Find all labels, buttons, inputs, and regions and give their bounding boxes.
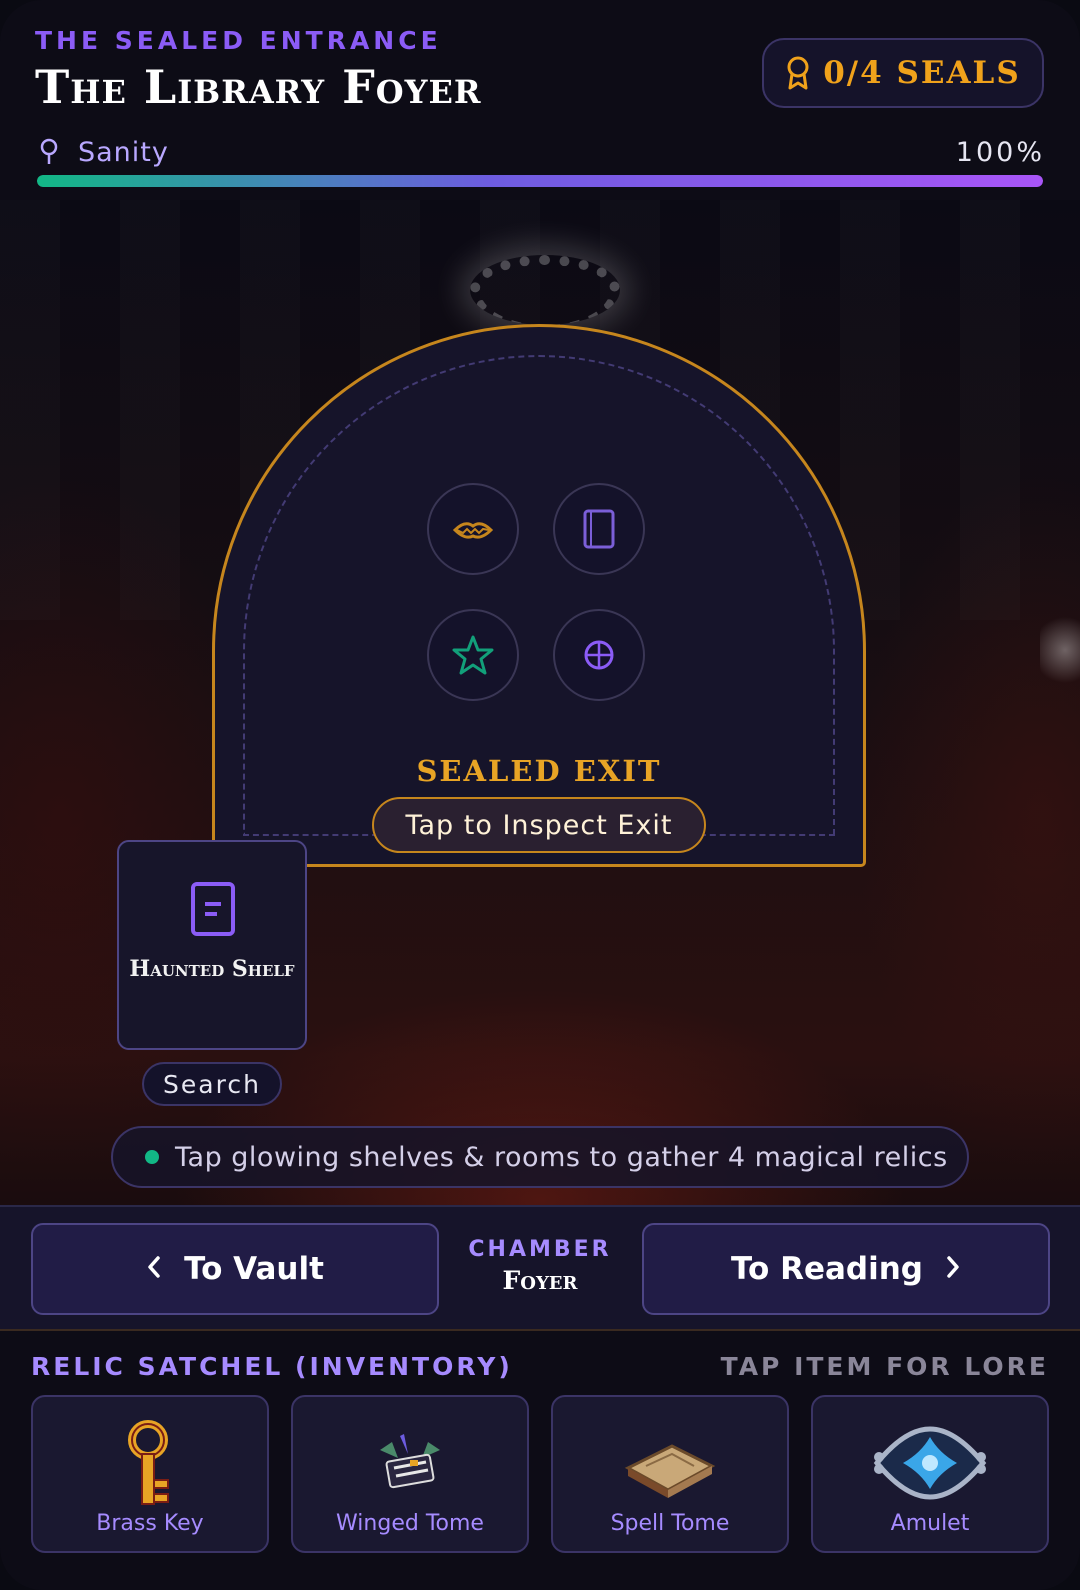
chamber-navigation: To Vault CHAMBER Foyer To Reading (0, 1205, 1080, 1331)
winged-tome-icon (293, 1415, 527, 1511)
globe-rune-icon (553, 609, 645, 701)
to-reading-button[interactable]: To Reading (642, 1223, 1050, 1315)
sanity-bar (37, 175, 1043, 187)
chamber-label: CHAMBER (468, 1237, 612, 1262)
amulet-icon (813, 1415, 1047, 1511)
spell-tome-icon (553, 1415, 787, 1511)
status-dot-icon (145, 1150, 159, 1164)
to-vault-label: To Vault (184, 1251, 324, 1287)
inspect-exit-button[interactable]: Tap to Inspect Exit (372, 797, 706, 853)
current-chamber: CHAMBER Foyer (440, 1237, 640, 1295)
room-title: The Library Foyer (35, 60, 482, 114)
inventory-item-label: Amulet (890, 1511, 970, 1536)
book-rune-icon (553, 483, 645, 575)
chevron-left-icon (146, 1251, 162, 1287)
inventory-title: RELIC SATCHEL (INVENTORY) (31, 1352, 513, 1381)
inventory-slot-amulet[interactable]: Amulet (811, 1395, 1049, 1553)
sanity-bar-fill (37, 175, 1043, 187)
inventory-item-label: Brass Key (96, 1511, 204, 1536)
star-rune-icon (427, 609, 519, 701)
sanity-label: Sanity (78, 137, 169, 168)
wall-lamp-icon (1040, 610, 1080, 690)
to-reading-label: To Reading (730, 1251, 923, 1287)
haunted-shelf-hotspot[interactable]: Haunted Shelf (117, 840, 307, 1050)
sealed-exit-label: SEALED EXIT (416, 754, 662, 788)
seals-counter[interactable]: 0/4 SEALS (762, 38, 1044, 108)
document-icon (188, 880, 238, 942)
chevron-right-icon (945, 1251, 961, 1287)
sanity-pin-icon (38, 138, 60, 170)
lips-rune-icon (427, 483, 519, 575)
game-screen: THE SEALED ENTRANCE The Library Foyer 0/… (0, 0, 1080, 1590)
award-ribbon-icon (785, 56, 811, 90)
brass-key-icon (33, 1415, 267, 1511)
level-subtitle: THE SEALED ENTRANCE (35, 26, 442, 55)
inventory-item-label: Winged Tome (336, 1511, 484, 1536)
inventory-slot-spell-tome[interactable]: Spell Tome (551, 1395, 789, 1553)
inventory-slot-brass-key[interactable]: Brass Key (31, 1395, 269, 1553)
inventory-item-label: Spell Tome (610, 1511, 730, 1536)
shelf-name: Haunted Shelf (129, 956, 295, 982)
hint-banner: Tap glowing shelves & rooms to gather 4 … (111, 1126, 969, 1188)
inventory-slot-winged-tome[interactable]: Winged Tome (291, 1395, 529, 1553)
chandelier-icon (470, 255, 620, 325)
seals-count: 0/4 SEALS (823, 55, 1021, 91)
sanity-value: 100% (955, 137, 1045, 168)
inventory-hint: TAP ITEM FOR LORE (720, 1352, 1049, 1381)
hint-text: Tap glowing shelves & rooms to gather 4 … (175, 1141, 948, 1173)
search-button[interactable]: Search (142, 1062, 282, 1106)
chamber-name: Foyer (502, 1266, 578, 1295)
to-vault-button[interactable]: To Vault (31, 1223, 439, 1315)
